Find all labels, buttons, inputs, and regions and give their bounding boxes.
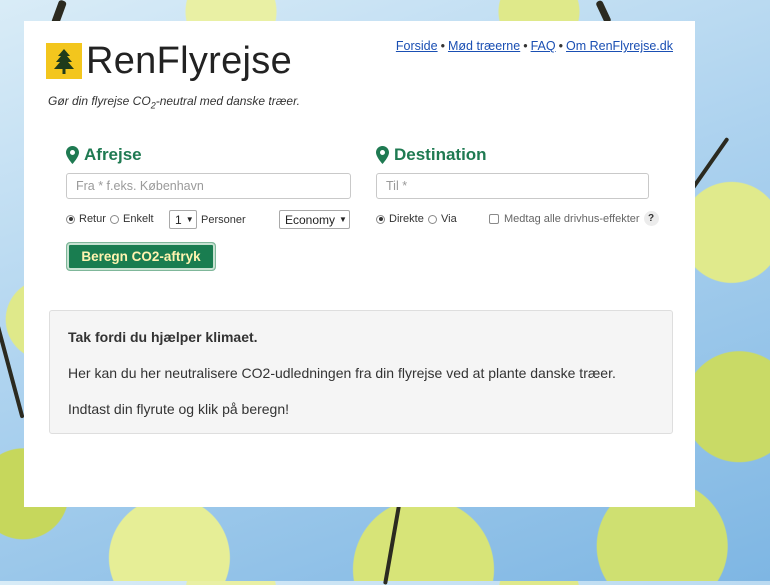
route-direct[interactable]: Direkte — [376, 213, 424, 225]
brand-name: RenFlyrejse — [86, 40, 293, 82]
nav-separator: • — [558, 39, 564, 53]
trip-type-return[interactable]: Retur — [66, 213, 106, 225]
radio-oneway[interactable] — [110, 214, 119, 224]
destination-input[interactable] — [376, 173, 649, 199]
route-direct-label: Direkte — [389, 213, 424, 225]
trip-type-oneway-label: Enkelt — [123, 213, 154, 225]
radio-direct[interactable] — [376, 214, 385, 224]
destination-heading: Destination — [376, 145, 487, 165]
info-text: Her kan du her neutralisere CO2-udlednin… — [68, 365, 616, 381]
persons-value: 1 — [175, 212, 182, 227]
greenhouse-label: Medtag alle drivhus-effekter — [504, 212, 640, 225]
departure-heading: Afrejse — [66, 145, 142, 165]
info-instruction: Indtast din flyrute og klik på beregn! — [68, 401, 290, 417]
cabin-class-select[interactable]: Economy ▼ — [279, 210, 350, 229]
info-box: Tak fordi du hjælper klimaet. Her kan du… — [49, 310, 673, 434]
persons-select[interactable]: 1 ▼ — [169, 210, 197, 229]
cabin-class-value: Economy — [285, 212, 336, 227]
trip-type-oneway[interactable]: Enkelt — [110, 213, 154, 225]
chevron-down-icon: ▼ — [185, 215, 194, 224]
calculate-button[interactable]: Beregn CO2-aftryk — [66, 242, 216, 271]
greenhouse-option[interactable]: Medtag alle drivhus-effekter? — [489, 211, 659, 226]
tagline-text: Gør din flyrejse CO — [48, 94, 151, 108]
nav-link-om[interactable]: Om RenFlyrejse.dk — [566, 39, 673, 53]
persons-label: Personer — [201, 214, 246, 226]
info-heading: Tak fordi du hjælper klimaet. — [68, 329, 258, 345]
tree-branch — [383, 505, 401, 585]
trip-type-return-label: Retur — [79, 213, 106, 225]
nav-link-forside[interactable]: Forside — [396, 39, 438, 53]
radio-via[interactable] — [428, 214, 437, 224]
nav-separator: • — [523, 39, 528, 53]
help-icon[interactable]: ? — [643, 211, 659, 226]
radio-return[interactable] — [66, 214, 75, 224]
tree-branch — [0, 301, 25, 419]
map-pin-icon — [66, 146, 79, 164]
top-nav: Forside • Mød træerne • FAQ • Om RenFlyrejse.d… — [396, 39, 673, 53]
tagline-text-end: -neutral med danske træer. — [155, 94, 300, 108]
nav-separator: • — [440, 39, 445, 53]
departure-input[interactable] — [66, 173, 351, 199]
departure-title: Afrejse — [84, 145, 142, 164]
persons-label-text: Personer — [201, 214, 246, 226]
main-card: RenFlyrejse Gør din flyrejse CO2-neutral… — [24, 21, 695, 507]
tree-icon — [46, 43, 82, 79]
route-via[interactable]: Via — [428, 213, 457, 225]
greenhouse-checkbox[interactable] — [489, 213, 499, 224]
map-pin-icon — [376, 146, 389, 164]
nav-link-mod-traeerne[interactable]: Mød træerne — [448, 39, 520, 53]
nav-link-faq[interactable]: FAQ — [531, 39, 556, 53]
tagline: Gør din flyrejse CO2-neutral med danske … — [48, 94, 300, 110]
destination-title: Destination — [394, 145, 487, 164]
logo[interactable]: RenFlyrejse — [46, 41, 292, 81]
route-via-label: Via — [441, 213, 457, 225]
chevron-down-icon: ▼ — [339, 215, 347, 224]
